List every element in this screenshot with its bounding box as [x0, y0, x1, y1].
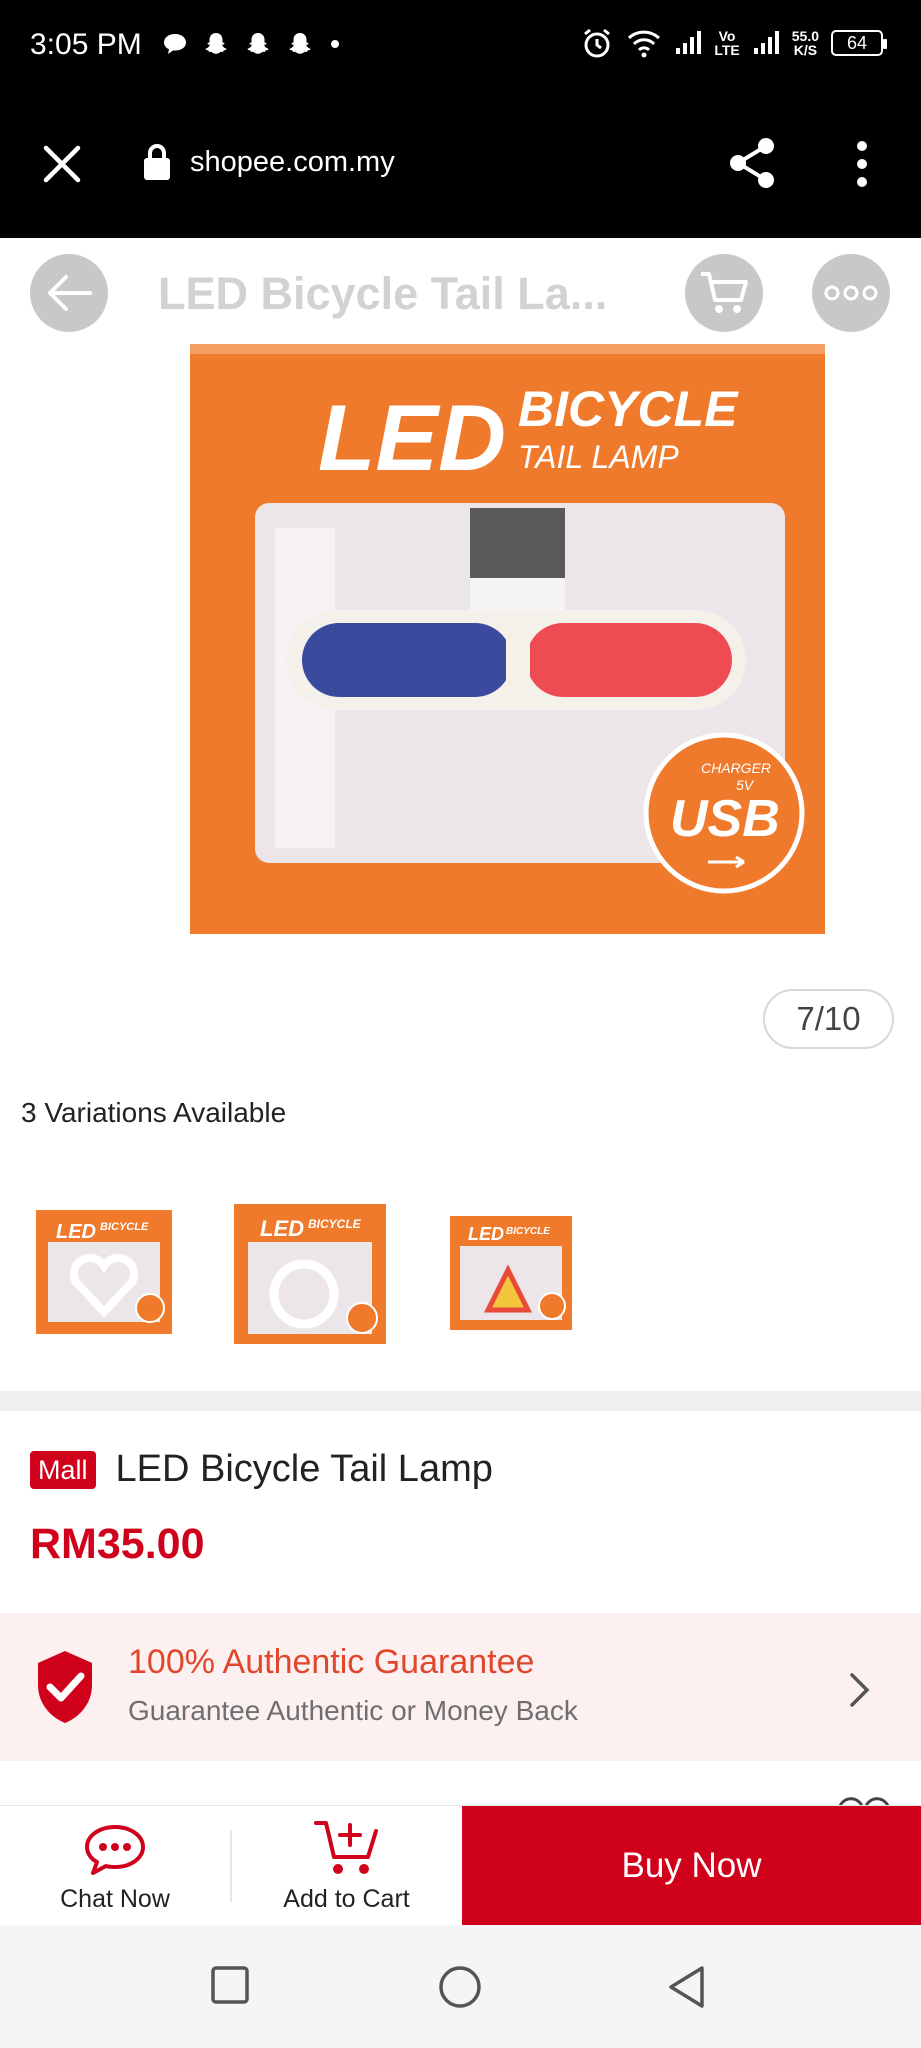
status-time: 3:05 PM: [30, 28, 142, 61]
status-bar: 3:05 PM Vo LTE 55.0 K/S 64: [0, 0, 921, 92]
image-pager: 7/10: [763, 989, 894, 1049]
back-button[interactable]: [30, 254, 108, 332]
cart-icon: [701, 272, 748, 313]
browser-menu-button[interactable]: [848, 140, 876, 193]
network-speed-value: 55.0: [791, 28, 819, 44]
heart-lamp-thumbnail: LED BICYCLE: [36, 1210, 172, 1334]
cart-button[interactable]: [685, 254, 763, 332]
product-box-illustration: LED BICYCLE TAIL LAMP CHARGER 5V USB: [190, 344, 825, 934]
guarantee-subtitle: Guarantee Authentic or Money Back: [128, 1695, 578, 1726]
close-tab-button[interactable]: [40, 142, 84, 186]
chat-now-label: Chat Now: [60, 1885, 170, 1913]
thumb-bicycle-text: BICYCLE: [100, 1221, 149, 1233]
battery-level: 64: [846, 32, 868, 53]
guarantee-title: 100% Authentic Guarantee: [128, 1643, 535, 1681]
ring-lamp-thumbnail: LED BICYCLE: [234, 1204, 386, 1344]
section-divider: [0, 1391, 921, 1411]
bottom-action-bar: Chat Now Add to Cart Buy Now: [0, 1805, 921, 1926]
thumb-led-text: LED: [260, 1216, 304, 1241]
network-speed: 55.0 K/S: [792, 29, 819, 57]
authentic-guarantee-banner[interactable]: 100% Authentic Guarantee Guarantee Authe…: [0, 1613, 921, 1761]
battery-indicator: 64: [831, 30, 887, 56]
mall-badge: Mall: [30, 1450, 96, 1489]
usb-main-text: USB: [670, 790, 780, 848]
status-right-icons: Vo LTE 55.0 K/S 64: [580, 26, 887, 60]
add-to-cart-icon: [313, 1821, 378, 1874]
shield-check-icon: [38, 1651, 92, 1723]
box-led-text: LED: [318, 385, 506, 490]
more-horizontal-icon: [824, 285, 878, 301]
thumb-bicycle-text: BICYCLE: [308, 1217, 362, 1231]
volte-top: Vo: [718, 28, 736, 44]
product-price: RM35.00: [30, 1520, 205, 1568]
product-title-row: Mall LED Bicycle Tail Lamp: [30, 1448, 493, 1491]
buy-now-button[interactable]: Buy Now: [462, 1806, 921, 1926]
thumb-led-text: LED: [468, 1224, 504, 1244]
usb-charger-text: CHARGER: [701, 760, 771, 776]
url-text: shopee.com.my: [190, 145, 395, 178]
network-speed-unit: K/S: [793, 42, 818, 58]
dot-icon: [331, 40, 339, 48]
chat-bubble-icon: [164, 34, 186, 54]
system-nav-bar: [0, 1925, 921, 2048]
thumb-bicycle-text: BICYCLE: [506, 1226, 550, 1237]
back-nav-icon[interactable]: [666, 1965, 706, 2009]
snapchat-icon: [205, 33, 227, 54]
url-bar[interactable]: shopee.com.my: [142, 142, 395, 182]
triangle-lamp-thumbnail: LED BICYCLE: [450, 1216, 572, 1330]
thumb-led-text: LED: [56, 1221, 96, 1243]
variation-thumbnails: LED BICYCLE LED BICYCLE LED BICYCLE: [0, 1190, 921, 1370]
header-title: LED Bicycle Tail La...: [158, 268, 608, 319]
signal-icon: [753, 31, 779, 54]
wifi-icon: [628, 30, 661, 58]
chat-icon: [85, 1825, 145, 1875]
variation-thumb-heart[interactable]: LED BICYCLE: [34, 1208, 174, 1341]
share-button[interactable]: [726, 136, 778, 195]
share-icon: [730, 138, 774, 188]
chat-now-button[interactable]: Chat Now: [0, 1806, 230, 1926]
recent-apps-icon[interactable]: [210, 1965, 250, 2005]
volte-indicator: Vo LTE: [714, 29, 739, 57]
variation-thumb-triangle[interactable]: LED BICYCLE: [448, 1214, 574, 1337]
box-bicycle-text: BICYCLE: [518, 381, 739, 437]
alarm-icon: [584, 28, 611, 58]
home-icon[interactable]: [438, 1965, 482, 2009]
snapchat-icon: [289, 33, 311, 54]
more-vertical-icon: [857, 141, 867, 187]
box-taillamp-text: TAIL LAMP: [518, 439, 679, 475]
more-options-button[interactable]: [812, 254, 890, 332]
variation-thumb-ring[interactable]: LED BICYCLE: [232, 1202, 388, 1351]
product-header: LED Bicycle Tail La...: [0, 238, 921, 348]
product-title: LED Bicycle Tail Lamp: [115, 1448, 493, 1490]
volte-bottom: LTE: [714, 42, 740, 58]
arrow-left-icon: [48, 275, 92, 311]
snapchat-icon: [247, 33, 269, 54]
browser-toolbar: shopee.com.my: [0, 92, 921, 238]
product-image[interactable]: LED BICYCLE TAIL LAMP CHARGER 5V USB: [180, 338, 840, 938]
add-to-cart-button[interactable]: Add to Cart: [231, 1806, 462, 1926]
close-icon: [43, 145, 81, 183]
next-section-peek: [0, 1761, 921, 1807]
signal-icon: [676, 31, 702, 54]
notification-icons: [162, 30, 342, 58]
lock-icon: [144, 144, 170, 180]
variations-label: 3 Variations Available: [21, 1097, 287, 1128]
add-to-cart-label: Add to Cart: [283, 1885, 410, 1913]
chevron-right-icon: [850, 1673, 870, 1707]
